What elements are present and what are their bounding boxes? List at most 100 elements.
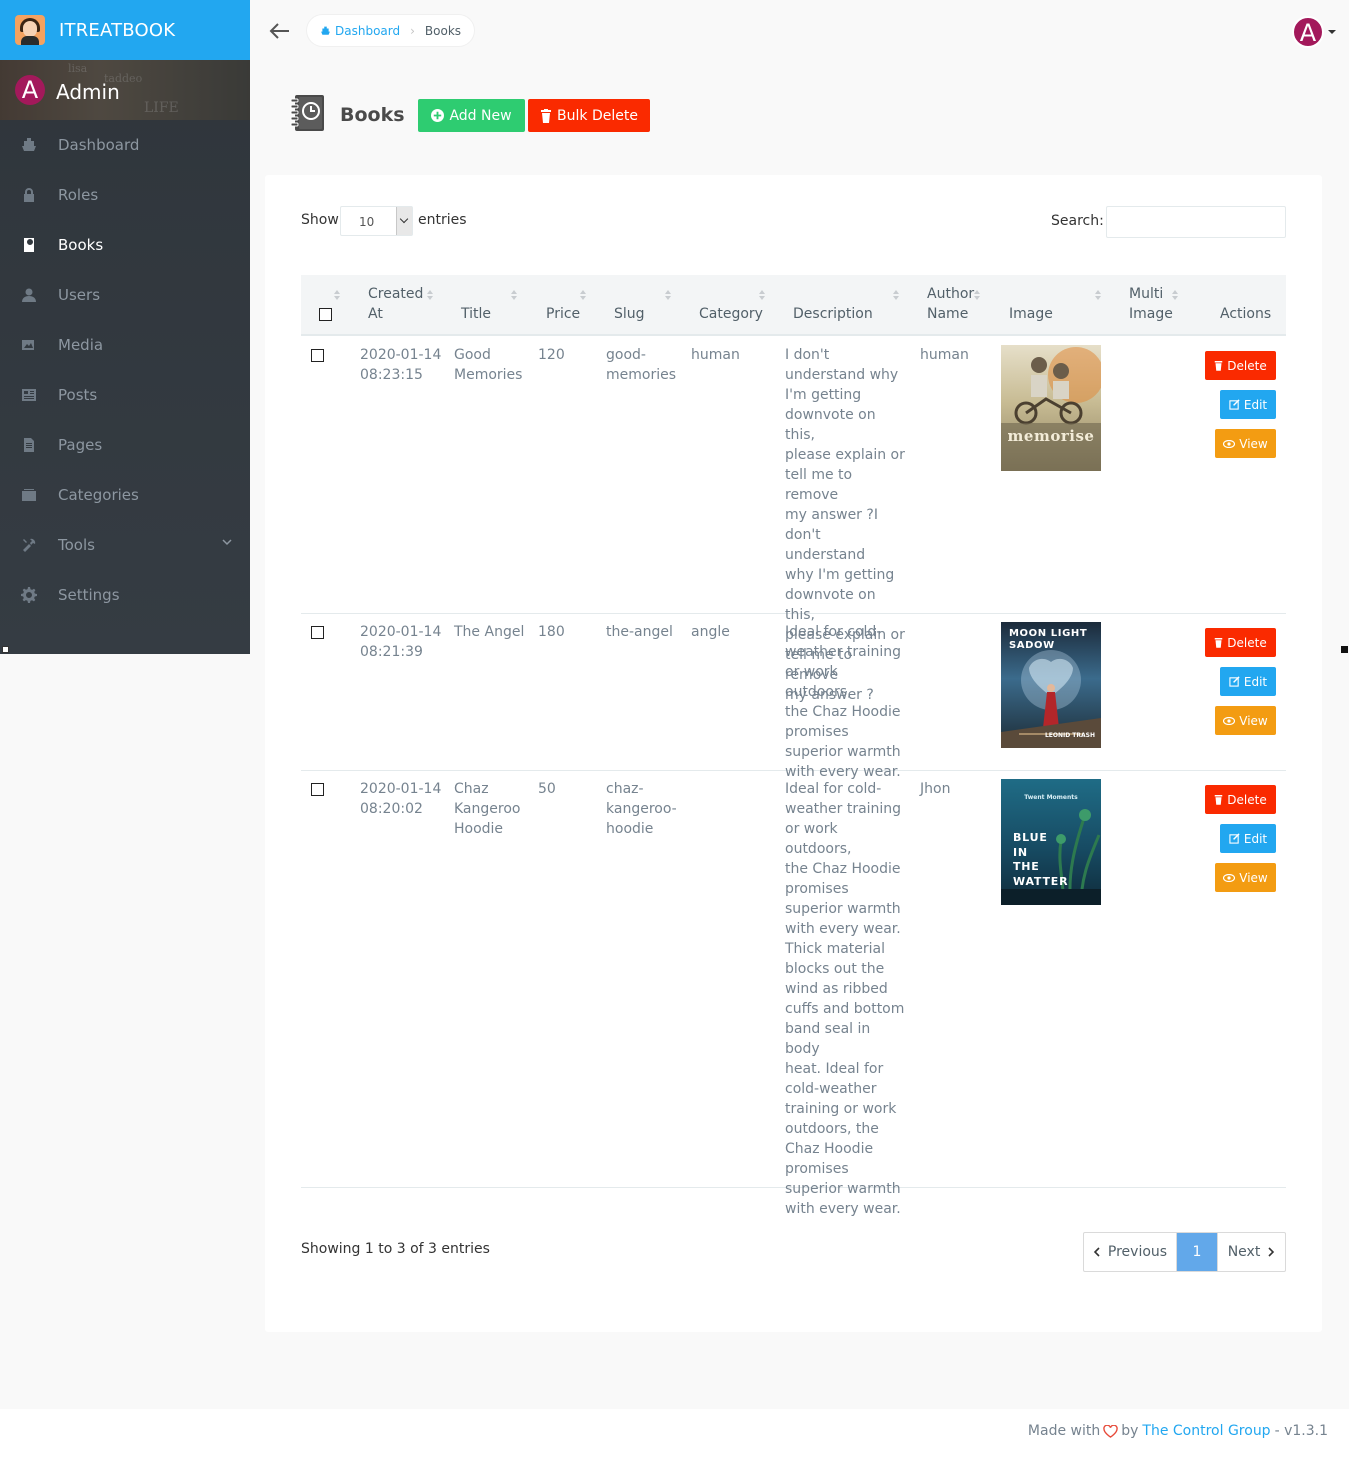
page-length-select[interactable]: 10 [340,206,413,236]
delete-button[interactable]: Delete [1205,628,1276,657]
delete-button[interactable]: Delete [1205,351,1276,380]
cover-subtitle: Twent Moments [1024,794,1078,801]
bulk-delete-label: Bulk Delete [557,107,638,124]
view-button[interactable]: View [1215,706,1276,735]
view-button[interactable]: View [1215,429,1276,458]
eye-icon [1223,716,1236,725]
previous-page-button[interactable]: Previous [1084,1233,1177,1271]
plus-circle-icon [431,109,445,122]
trash-icon [1214,637,1223,648]
sidebar-item-books[interactable]: Books [0,220,250,270]
sidebar-item-settings[interactable]: Settings [0,570,250,620]
created-at: 2020-01-14 08:23:15 [360,347,442,383]
sidebar-item-media[interactable]: Media [0,320,250,370]
show-label: Show [301,212,339,228]
sidebar-item-label: Dashboard [58,136,140,154]
sidebar-item-users[interactable]: Users [0,270,250,320]
next-page-button[interactable]: Next [1217,1233,1285,1271]
page-1-button[interactable]: 1 [1177,1233,1217,1271]
footer-by: by [1121,1423,1139,1439]
book-cover-image[interactable]: Twent Moments BLUE IN THE WATTER [1001,779,1101,905]
column-multi-image[interactable]: Multi Image [1129,284,1173,324]
resize-handle [2,646,9,653]
sidebar-item-tools[interactable]: Tools [0,520,250,570]
cover-author: LEONID TRASH [1044,732,1095,739]
column-author-name[interactable]: Author Name [927,284,974,324]
view-button[interactable]: View [1215,863,1276,892]
book-title: Good Memories [454,347,523,383]
row-checkbox[interactable] [311,626,324,639]
user-menu-avatar[interactable]: A [1292,16,1324,48]
sidebar-item-posts[interactable]: Posts [0,370,250,420]
delete-button[interactable]: Delete [1205,785,1276,814]
lock-icon [20,186,38,204]
file-text-icon [20,436,38,454]
row-checkbox[interactable] [311,349,324,362]
footer-credits: Made with by The Control Group - v1.3.1 [1028,1423,1328,1439]
sidebar-item-pages[interactable]: Pages [0,420,250,470]
sort-icon[interactable] [1095,290,1101,302]
user-panel: lisa taddeo LIFE A Admin [0,60,250,120]
book-description: Ideal for cold-weather training or work o… [785,624,902,780]
user-avatar[interactable]: A [15,75,45,105]
sidebar-item-label: Posts [58,386,98,404]
sidebar-item-dashboard[interactable]: Dashboard [0,120,250,170]
book-title: Chaz Kangeroo Hoodie [454,781,521,837]
sort-icon[interactable] [1172,290,1178,302]
column-description[interactable]: Description [793,304,873,324]
sort-icon[interactable] [511,290,517,302]
categories-icon [20,486,38,504]
entries-label: entries [418,212,467,228]
sidebar-item-label: Categories [58,486,139,504]
book-cover-image[interactable]: MOON LIGHT SADOW LEONID TRASH [1001,622,1101,748]
brand-bar[interactable]: ITREATBOOK [0,0,250,60]
edit-icon [1229,399,1240,410]
chevron-right-icon [1268,1247,1275,1257]
sidebar-item-label: Tools [58,536,95,554]
sort-icon[interactable] [427,290,433,302]
sidebar-item-roles[interactable]: Roles [0,170,250,220]
edit-icon [1229,833,1240,844]
column-created-at[interactable]: Created At [368,284,423,324]
bulk-delete-button[interactable]: Bulk Delete [528,99,650,132]
sort-icon[interactable] [580,290,586,302]
book-slug: good-memories [606,347,677,383]
footer: Made with by The Control Group - v1.3.1 [0,1409,1349,1473]
search-input[interactable] [1106,206,1286,238]
column-slug[interactable]: Slug [614,304,645,324]
sort-icon[interactable] [759,290,765,302]
sort-icon[interactable] [974,290,980,302]
caret-down-icon[interactable] [1328,30,1336,34]
sort-icon[interactable] [893,290,899,302]
column-image[interactable]: Image [1009,304,1053,324]
book-icon [20,236,38,254]
edit-button[interactable]: Edit [1220,824,1276,853]
breadcrumb: Dashboard › Books [307,15,475,46]
sort-icon[interactable] [334,290,340,302]
sort-icon[interactable] [665,290,671,302]
book-cover-image[interactable]: memorise [1001,345,1101,471]
row-checkbox[interactable] [311,783,324,796]
company-link[interactable]: The Control Group [1142,1423,1270,1439]
table-row: 2020-01-14 08:23:15 Good Memories 120 good… [301,338,1286,703]
eye-icon [1223,439,1236,448]
sidebar-item-label: Settings [58,586,120,604]
column-price[interactable]: Price [546,304,580,324]
edit-button[interactable]: Edit [1220,667,1276,696]
add-new-button[interactable]: Add New [418,99,525,132]
brand-title: ITREATBOOK [59,19,176,41]
column-title[interactable]: Title [461,304,491,324]
back-arrow-icon[interactable] [268,19,292,43]
edit-button[interactable]: Edit [1220,390,1276,419]
sidebar-item-categories[interactable]: Categories [0,470,250,520]
breadcrumb-dashboard[interactable]: Dashboard [320,24,400,38]
breadcrumb-separator-icon: › [410,23,415,38]
column-category[interactable]: Category [699,304,763,324]
select-all-checkbox[interactable] [319,308,332,321]
footer-version: - v1.3.1 [1274,1423,1328,1439]
trash-icon [540,108,552,123]
table-row: 2020-01-14 08:20:02 Chaz Kangeroo Hoodie 50… [301,772,1286,1217]
book-title: The Angel [454,624,525,640]
footer-made-with: Made with [1027,1423,1101,1439]
eye-icon [1223,873,1236,882]
